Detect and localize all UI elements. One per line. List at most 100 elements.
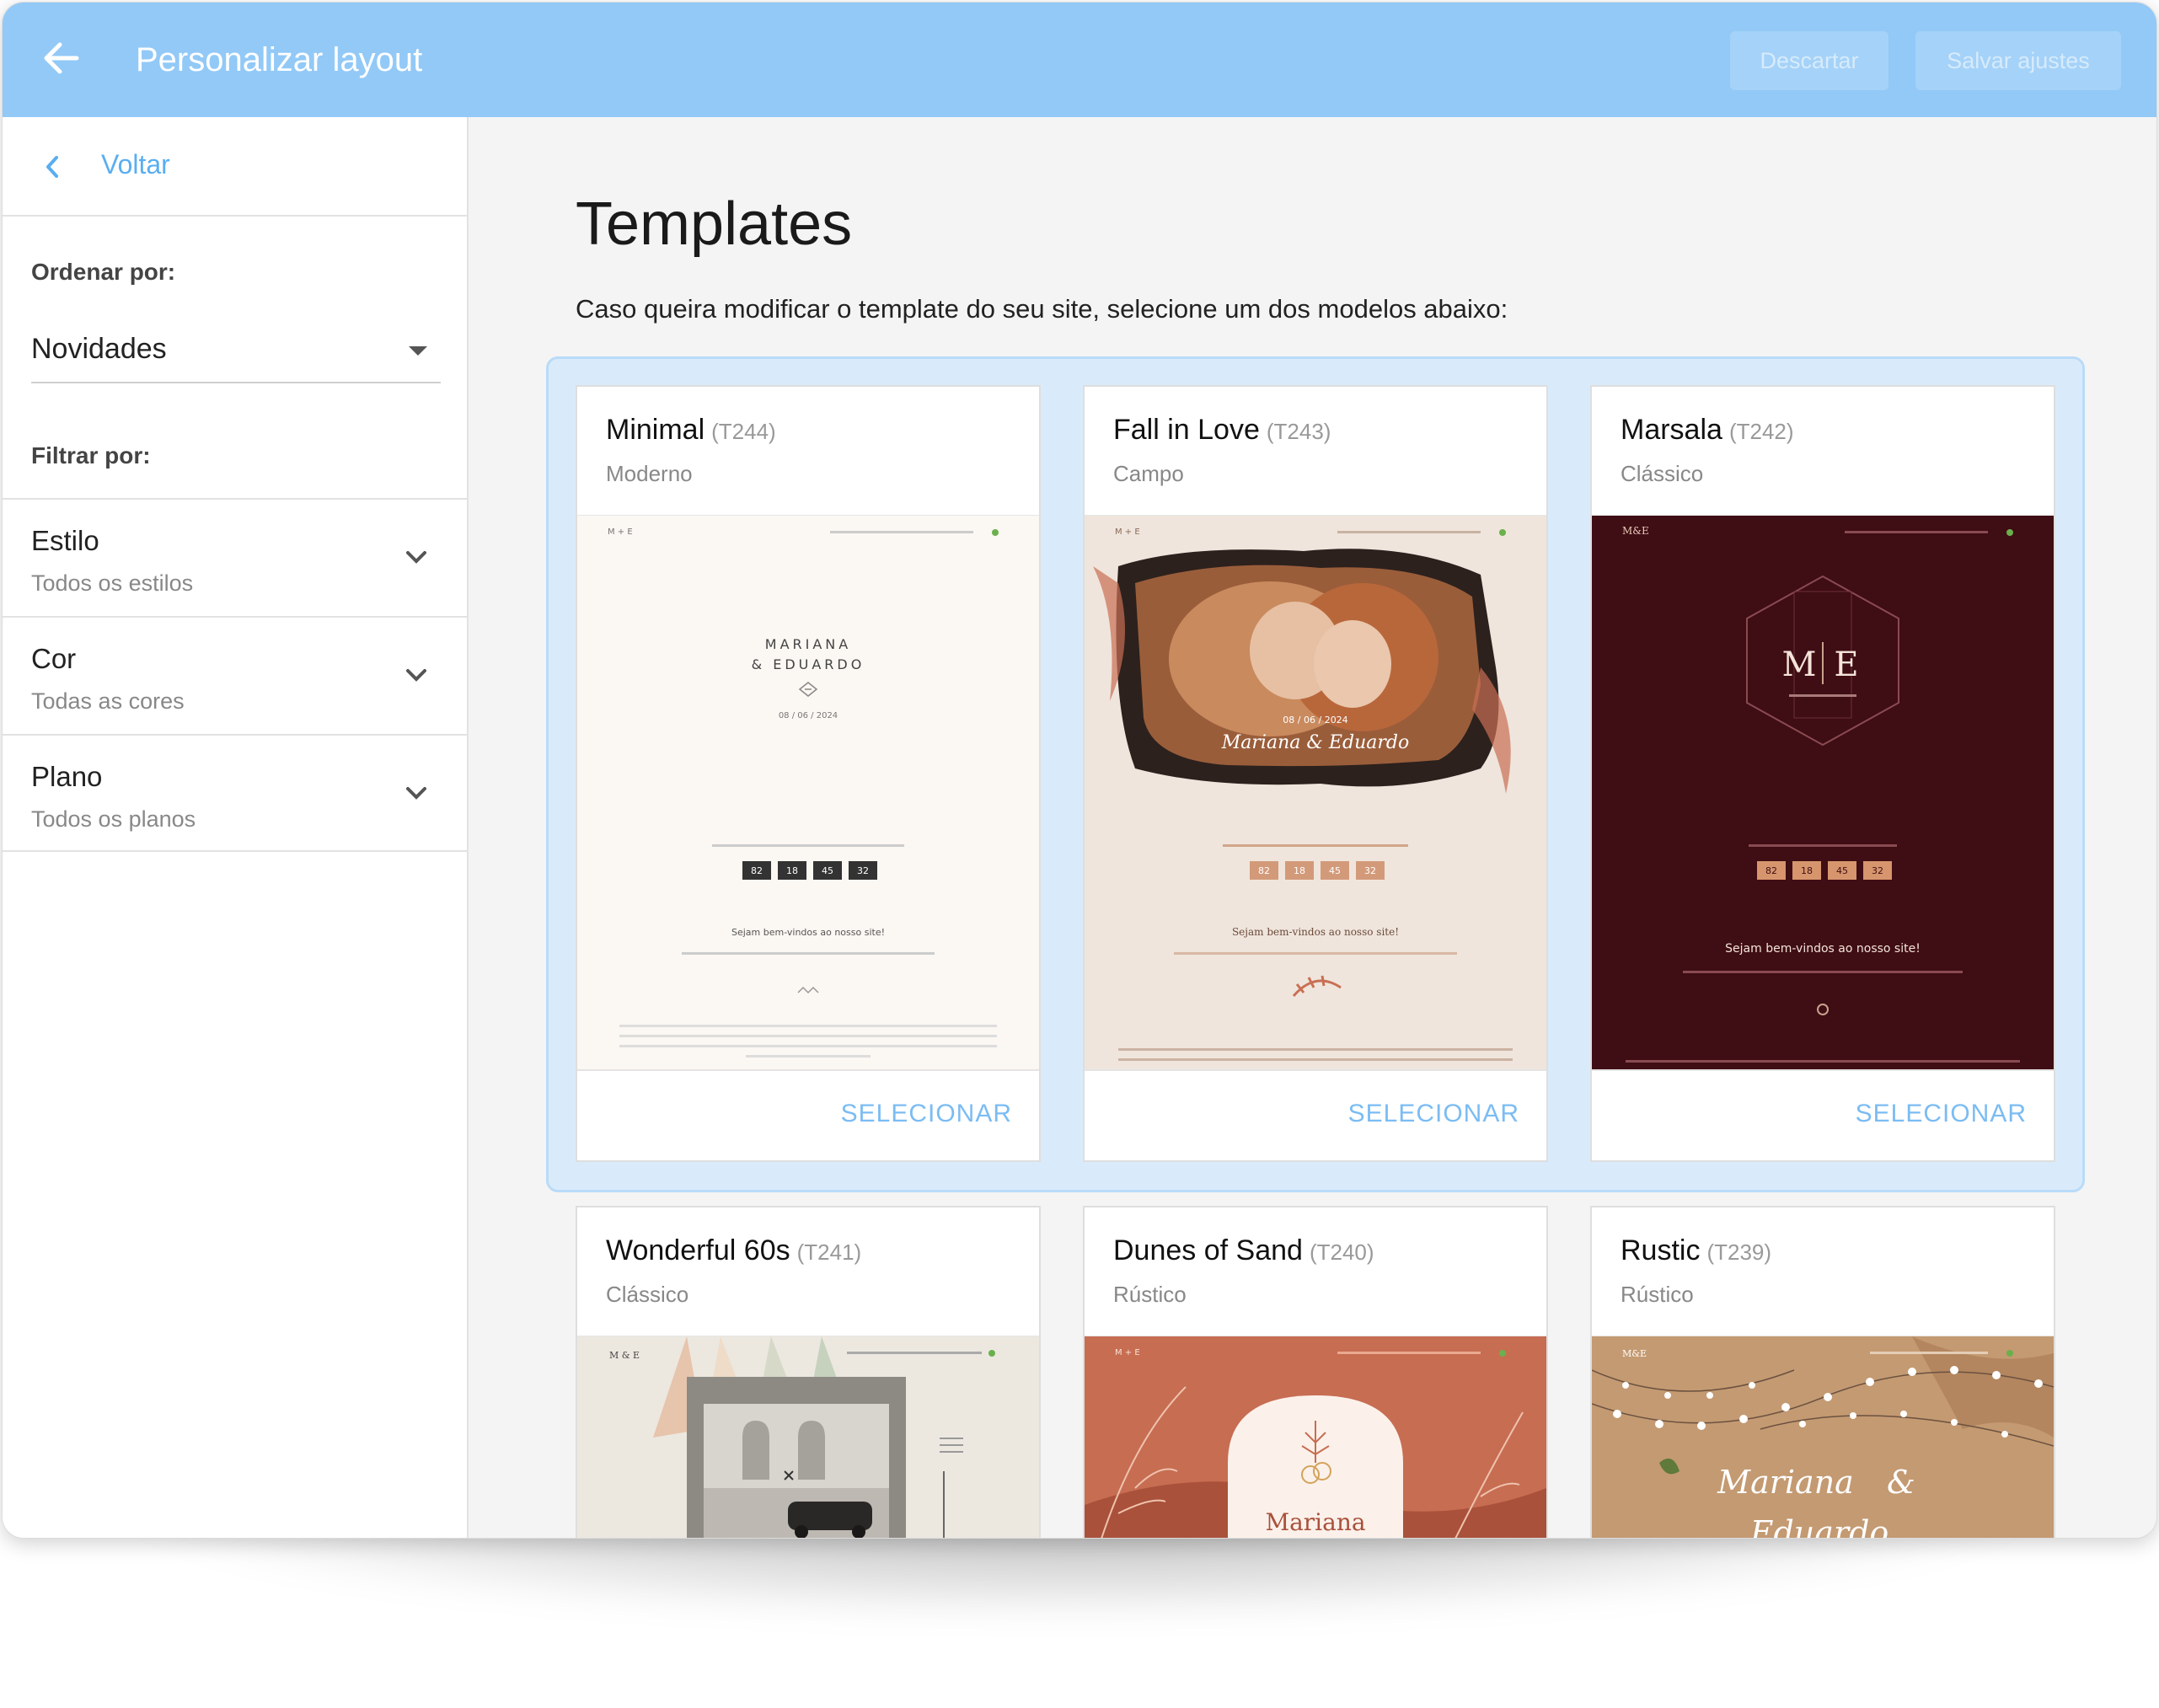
- svg-text:Sejam bem-vindos ao nosso site: Sejam bem-vindos ao nosso site!: [731, 927, 885, 938]
- template-title: Wonderful 60s (T241): [606, 1234, 861, 1267]
- svg-text:82: 82: [751, 865, 763, 876]
- svg-text:32: 32: [857, 865, 869, 876]
- chevron-left-icon: [46, 156, 58, 178]
- filter-style[interactable]: Estilo Todos os estilos: [3, 498, 469, 616]
- chevron-down-icon: [406, 787, 426, 800]
- filter-title: Estilo: [31, 525, 99, 556]
- preview-illustration: M&E M E 82 18 45 32 Sejam bem-vindos ao …: [1622, 525, 2020, 1063]
- template-code: (T239): [1706, 1240, 1772, 1265]
- filter-value: Todos os planos: [31, 806, 196, 832]
- template-name: Dunes of Sand: [1113, 1234, 1303, 1266]
- svg-text:08 / 06 / 2024: 08 / 06 / 2024: [1283, 715, 1347, 725]
- svg-text:M&E: M&E: [1622, 1348, 1647, 1359]
- template-card[interactable]: Dunes of Sand (T240) Rústico M + E Marian…: [1083, 1206, 1548, 1538]
- template-title: Fall in Love (T243): [1113, 414, 1331, 447]
- template-preview: M & E: [577, 1336, 1039, 1538]
- arrow-left-icon[interactable]: [38, 35, 85, 82]
- preview-illustration: M + E 08 / 06 / 2024 Mariana & Eduardo 8…: [1093, 527, 1513, 1061]
- filter-color[interactable]: Cor Todas as cores: [3, 616, 469, 734]
- preview-illustration: M + E MARIANA & EDUARDO 08 / 06 / 2024 8…: [608, 527, 999, 1057]
- card-footer: SELECIONAR: [1592, 1069, 2054, 1162]
- svg-text:82: 82: [1258, 865, 1270, 876]
- section-title: Templates: [576, 190, 853, 258]
- chevron-down-icon: [406, 669, 426, 682]
- svg-text:32: 32: [1364, 865, 1376, 876]
- svg-text:M: M: [1782, 645, 1817, 684]
- template-category: Clássico: [1621, 461, 1704, 486]
- template-code: (T240): [1309, 1240, 1374, 1265]
- save-button[interactable]: Salvar ajustes: [1915, 31, 2121, 90]
- template-preview: M&E Mariana & Eduardo: [1592, 1336, 2054, 1539]
- template-preview: M&E M E 82 18 45 32 Sejam bem-vindos ao …: [1592, 515, 2054, 1069]
- template-code: (T241): [796, 1240, 862, 1265]
- sort-select-value: Novidades: [31, 333, 167, 365]
- template-code: (T243): [1266, 419, 1331, 444]
- app-window: Personalizar layout Descartar Salvar aju…: [2, 2, 2157, 1539]
- filter-plan[interactable]: Plano Todos os planos: [3, 734, 469, 852]
- filter-title: Plano: [31, 761, 103, 792]
- select-button[interactable]: SELECIONAR: [1856, 1100, 2027, 1128]
- preview-illustration: M&E Mariana & Eduardo: [1592, 1336, 2054, 1539]
- card-footer: SELECIONAR: [577, 1069, 1039, 1162]
- svg-text:32: 32: [1872, 865, 1883, 876]
- svg-text:45: 45: [1329, 865, 1341, 876]
- template-code: (T242): [1728, 419, 1794, 444]
- svg-text:E: E: [1834, 645, 1858, 684]
- template-preview: M + E MARIANA & EDUARDO 08 / 06 / 2024 8…: [577, 515, 1039, 1069]
- template-category: Moderno: [606, 461, 693, 486]
- template-category: Rústico: [1621, 1282, 1694, 1307]
- svg-text:82: 82: [1765, 865, 1777, 876]
- caret-down-icon: [409, 346, 427, 356]
- sort-label: Ordenar por:: [31, 259, 176, 285]
- svg-text:M&E: M&E: [1622, 525, 1649, 537]
- template-title: Rustic (T239): [1621, 1234, 1771, 1267]
- select-button[interactable]: SELECIONAR: [841, 1100, 1012, 1128]
- back-link-label: Voltar: [101, 149, 170, 179]
- svg-text:M & E: M & E: [609, 1350, 640, 1361]
- template-preview: M + E 08 / 06 / 2024 Mariana & Eduardo 8…: [1085, 515, 1546, 1069]
- svg-text:Sejam bem-vindos ao nosso site: Sejam bem-vindos ao nosso site!: [1725, 942, 1921, 956]
- template-code: (T244): [711, 419, 776, 444]
- svg-text:Mariana: Mariana: [1265, 1508, 1365, 1536]
- chevron-down-icon: [406, 551, 426, 564]
- select-button[interactable]: SELECIONAR: [1348, 1100, 1519, 1128]
- template-name: Wonderful 60s: [606, 1234, 790, 1266]
- page-title: Personalizar layout: [136, 41, 423, 78]
- template-category: Campo: [1113, 461, 1184, 486]
- template-card[interactable]: Rustic (T239) Rústico M&E Mariana & Edua…: [1590, 1206, 2055, 1539]
- top-bar: Personalizar layout Descartar Salvar aju…: [3, 3, 2156, 117]
- svg-text:Mariana: Mariana: [1717, 1464, 1854, 1501]
- template-title: Dunes of Sand (T240): [1113, 1234, 1374, 1267]
- svg-text:&: &: [1887, 1464, 1915, 1501]
- svg-text:MARIANA: MARIANA: [765, 636, 851, 652]
- template-card[interactable]: Wonderful 60s (T241) Clássico M & E: [576, 1206, 1041, 1538]
- sort-select[interactable]: Novidades: [31, 328, 441, 383]
- filter-title: Cor: [31, 643, 77, 674]
- template-card[interactable]: Marsala (T242) Clássico M&E M E 82 18 45…: [1590, 385, 2055, 1162]
- template-name: Marsala: [1621, 414, 1722, 446]
- template-card[interactable]: Minimal (T244) Moderno M + E MARIANA & ED…: [576, 385, 1041, 1162]
- svg-text:M + E: M + E: [608, 527, 633, 537]
- sidebar: Voltar Ordenar por: Novidades Filtrar po…: [3, 117, 469, 1538]
- svg-text:Sejam bem-vindos ao nosso site: Sejam bem-vindos ao nosso site!: [1232, 926, 1399, 938]
- svg-text:18: 18: [1801, 865, 1813, 876]
- discard-button[interactable]: Descartar: [1730, 31, 1888, 90]
- svg-text:Mariana & Eduardo: Mariana & Eduardo: [1221, 732, 1409, 753]
- svg-text:18: 18: [786, 865, 798, 876]
- filter-label: Filtrar por:: [31, 442, 151, 468]
- template-name: Minimal: [606, 414, 705, 446]
- template-title: Marsala (T242): [1621, 414, 1794, 447]
- back-link[interactable]: Voltar: [3, 117, 469, 217]
- svg-text:08 / 06 / 2024: 08 / 06 / 2024: [779, 711, 838, 720]
- preview-illustration: M & E: [609, 1336, 995, 1538]
- template-card[interactable]: Fall in Love (T243) Campo M + E 08 / 06 /…: [1083, 385, 1548, 1162]
- svg-text:Eduardo: Eduardo: [1749, 1514, 1889, 1539]
- template-name: Fall in Love: [1113, 414, 1260, 446]
- svg-text:45: 45: [1836, 865, 1848, 876]
- section-description: Caso queira modificar o template do seu …: [576, 294, 1508, 324]
- filter-value: Todos os estilos: [31, 570, 194, 596]
- template-category: Clássico: [606, 1282, 689, 1307]
- svg-text:18: 18: [1294, 865, 1305, 876]
- svg-text:45: 45: [822, 865, 833, 876]
- svg-text:M + E: M + E: [1115, 1348, 1140, 1357]
